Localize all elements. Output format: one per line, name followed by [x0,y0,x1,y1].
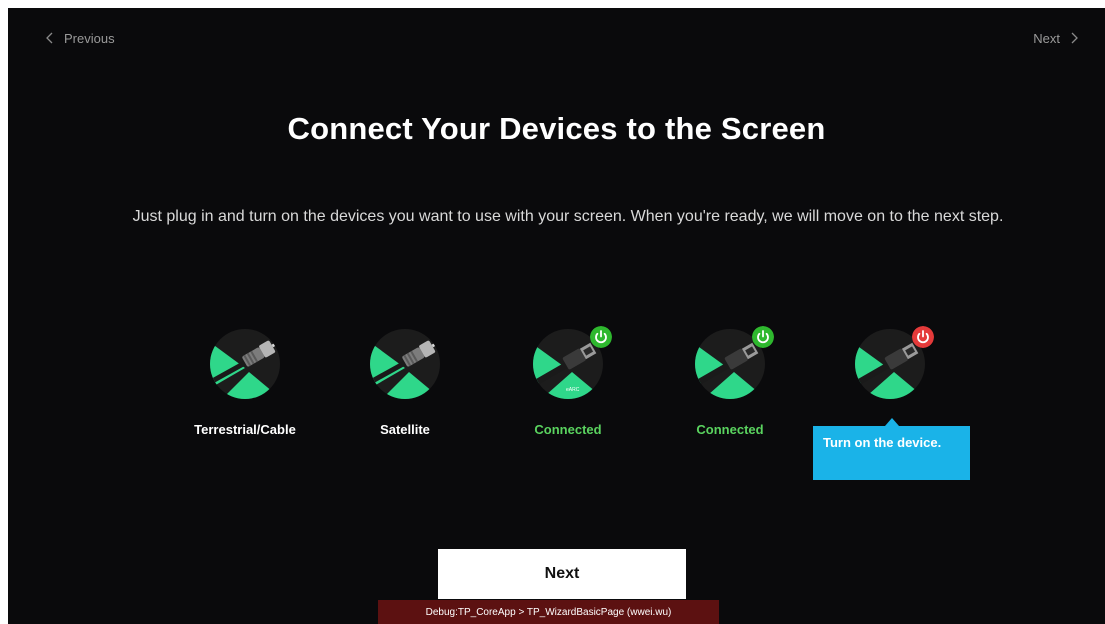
previous-nav-button[interactable]: Previous [43,29,115,47]
setup-screen: Previous Next Connect Your Devices to th… [8,8,1105,624]
hdmi-icon [694,326,774,400]
chevron-left-icon [46,32,53,44]
device-label: Satellite [380,422,430,437]
hdmi-earc-icon: eARC [532,326,612,400]
power-off-icon [912,326,934,348]
page-description: Just plug in and turn on the devices you… [132,208,1004,225]
next-button[interactable]: Next [438,549,686,599]
coax-cable-icon [209,328,281,400]
hdmi-icon [854,326,934,400]
device-hdmi-2[interactable]: Connected [660,326,800,437]
debug-bar: Debug:TP_CoreApp > TP_WizardBasicPage (w… [378,600,719,624]
chevron-right-icon [1071,32,1078,44]
device-status-label: Connected [534,422,602,437]
next-nav-button[interactable]: Next [1033,29,1081,47]
page-title: Connect Your Devices to the Screen [287,111,826,146]
tooltip-arrow [885,418,899,426]
device-status-label: Connected [696,422,764,437]
power-on-icon [752,326,774,348]
coax-cable-icon [369,328,441,400]
device-hdmi-3[interactable] [820,326,960,400]
device-satellite[interactable]: Satellite [335,328,475,437]
tooltip: Turn on the device. [813,426,970,480]
svg-text:eARC: eARC [566,387,580,393]
power-on-icon [590,326,612,348]
device-terrestrial-cable[interactable]: Terrestrial/Cable [175,328,315,437]
next-label: Next [1033,30,1060,46]
device-label: Terrestrial/Cable [194,422,296,437]
device-hdmi-earc[interactable]: eARC Connected [498,326,638,437]
previous-label: Previous [64,30,115,46]
